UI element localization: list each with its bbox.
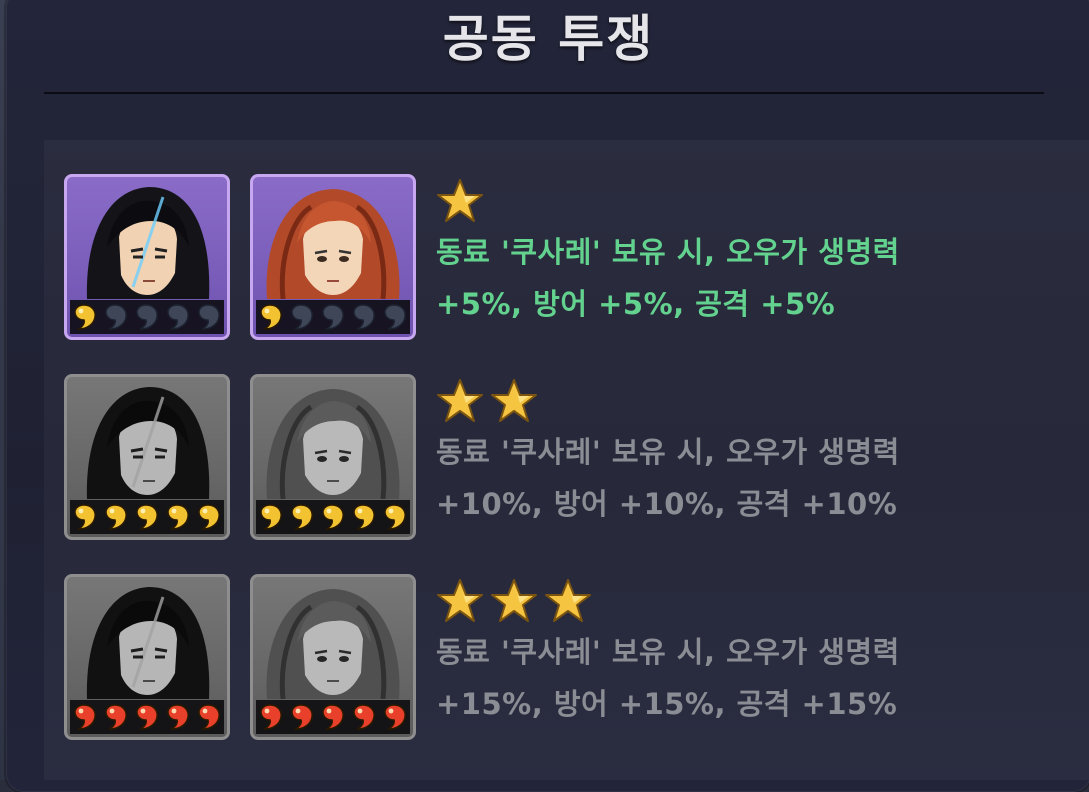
- magatama-icon: [353, 504, 375, 530]
- magatama-icon: [74, 304, 96, 330]
- magatama-icon: [136, 504, 158, 530]
- magatama-icon: [198, 504, 220, 530]
- magatama-icon: [260, 504, 282, 530]
- magatama-icon: [198, 304, 220, 330]
- star-icon: [491, 579, 537, 622]
- magatama-icon: [384, 504, 406, 530]
- tier-row-1: 동료 '쿠사레' 보유 시, 오우가 생명력 +5%, 방어 +5%, 공격 +…: [44, 170, 1089, 370]
- magatama-icon: [167, 704, 189, 730]
- magatama-icon: [105, 304, 127, 330]
- hero-card-2[interactable]: [250, 374, 416, 540]
- magatama-icon: [322, 304, 344, 330]
- magatama-icon: [322, 704, 344, 730]
- magatama-icon: [384, 304, 406, 330]
- magatama-icon: [136, 304, 158, 330]
- token-bar: [70, 500, 224, 534]
- tier-description: 동료 '쿠사레' 보유 시, 오우가 생명력 +5%, 방어 +5%, 공격 +…: [436, 226, 1076, 330]
- tier-description-line1: 동료 '쿠사레' 보유 시, 오우가 생명력: [436, 235, 900, 269]
- magatama-icon: [291, 704, 313, 730]
- token-bar: [256, 300, 410, 334]
- tier-description: 동료 '쿠사레' 보유 시, 오우가 생명력 +15%, 방어 +15%, 공격…: [436, 626, 1076, 730]
- star-rating: [436, 378, 538, 426]
- magatama-icon: [167, 304, 189, 330]
- star-icon: [491, 379, 537, 422]
- magatama-icon: [74, 504, 96, 530]
- magatama-icon: [353, 704, 375, 730]
- tier-description-line2: +15%, 방어 +15%, 공격 +15%: [436, 687, 898, 721]
- magatama-icon: [291, 504, 313, 530]
- tier-list: 동료 '쿠사레' 보유 시, 오우가 생명력 +5%, 방어 +5%, 공격 +…: [44, 140, 1089, 780]
- tier-description: 동료 '쿠사레' 보유 시, 오우가 생명력 +10%, 방어 +10%, 공격…: [436, 426, 1076, 530]
- hero-card-2[interactable]: [250, 174, 416, 340]
- tier-description-line2: +5%, 방어 +5%, 공격 +5%: [436, 287, 836, 321]
- hero-portrait-red-hair: [253, 577, 413, 699]
- token-bar: [70, 300, 224, 334]
- token-bar: [256, 500, 410, 534]
- magatama-icon: [105, 704, 127, 730]
- hero-card-1[interactable]: [64, 374, 230, 540]
- title-divider: [44, 92, 1044, 94]
- hero-portrait-red-hair: [253, 377, 413, 499]
- star-icon: [545, 579, 591, 622]
- hero-portrait-black-hair: [67, 577, 227, 699]
- magatama-icon: [136, 704, 158, 730]
- hero-portrait-black-hair: [67, 177, 227, 299]
- tier-description-line1: 동료 '쿠사레' 보유 시, 오우가 생명력: [436, 435, 900, 469]
- star-icon: [437, 379, 483, 422]
- star-rating: [436, 178, 484, 226]
- hero-card-1[interactable]: [64, 574, 230, 740]
- magatama-icon: [198, 704, 220, 730]
- tier-row-2: 동료 '쿠사레' 보유 시, 오우가 생명력 +10%, 방어 +10%, 공격…: [44, 370, 1089, 570]
- magatama-icon: [353, 304, 375, 330]
- tier-description-line2: +10%, 방어 +10%, 공격 +10%: [436, 487, 898, 521]
- magatama-icon: [167, 504, 189, 530]
- hero-portrait-black-hair: [67, 377, 227, 499]
- hero-card-2[interactable]: [250, 574, 416, 740]
- hero-portrait-red-hair: [253, 177, 413, 299]
- magatama-icon: [291, 304, 313, 330]
- magatama-icon: [260, 304, 282, 330]
- panel-title: 공동 투쟁: [442, 10, 655, 68]
- magatama-icon: [260, 704, 282, 730]
- magatama-icon: [74, 704, 96, 730]
- star-rating: [436, 578, 592, 626]
- token-bar: [256, 700, 410, 734]
- magatama-icon: [384, 704, 406, 730]
- magatama-icon: [105, 504, 127, 530]
- magatama-icon: [322, 504, 344, 530]
- tier-description-line1: 동료 '쿠사레' 보유 시, 오우가 생명력: [436, 635, 900, 669]
- star-icon: [437, 579, 483, 622]
- star-icon: [437, 179, 483, 222]
- hero-card-1[interactable]: [64, 174, 230, 340]
- token-bar: [70, 700, 224, 734]
- tier-row-3: 동료 '쿠사레' 보유 시, 오우가 생명력 +15%, 방어 +15%, 공격…: [44, 570, 1089, 770]
